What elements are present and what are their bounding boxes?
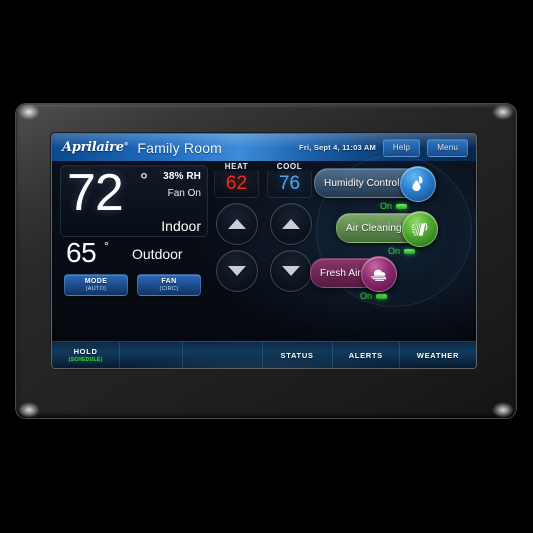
fresh-air-label: Fresh Air — [320, 267, 361, 279]
indoor-label: Indoor — [161, 218, 201, 234]
bottom-tab-bar: HOLD (SCHEDULE) STATUS ALERTS WEATHER — [52, 341, 476, 368]
fresh-air-status-row: On — [310, 291, 396, 301]
mode-button-row: MODE (AUTO) FAN (CIRC) — [60, 274, 208, 296]
screenshot-canvas: Aprilaire® Family Room Fri, Sept 4, 11:0… — [0, 0, 533, 533]
tab-weather-label: WEATHER — [416, 350, 460, 360]
temperature-panel: 72 ° 38% RH Fan On Indoor 65 ° Outdoor M… — [60, 165, 208, 296]
humidity-control-button[interactable]: Humidity Control — [314, 166, 436, 202]
setpoint-values: 62 76 — [212, 171, 312, 198]
indoor-readout[interactable]: 72 ° 38% RH Fan On Indoor — [60, 165, 208, 237]
title-bar: Aprilaire® Family Room Fri, Sept 4, 11:0… — [52, 134, 476, 161]
help-button[interactable]: Help — [382, 138, 421, 157]
bezel-gleam-top-right — [492, 104, 514, 120]
datetime-label: Fri, Sept 4, 11:03 AM — [299, 143, 376, 152]
tab-status[interactable]: STATUS — [263, 342, 333, 368]
chevron-down-icon — [228, 266, 246, 276]
tab-weather[interactable]: WEATHER — [400, 342, 476, 368]
fan-status-label: Fan On — [167, 188, 201, 199]
indoor-degree-symbol: ° — [140, 170, 148, 192]
air-cleaning-label: Air Cleaning — [346, 222, 402, 234]
tab-alerts[interactable]: ALERTS — [333, 342, 400, 368]
tab-hold[interactable]: HOLD (SCHEDULE) — [52, 342, 121, 368]
outdoor-readout[interactable]: 65 ° Outdoor — [60, 238, 208, 272]
registered-mark: ® — [123, 141, 129, 148]
accessory-controls-panel: Humidity Control On Air Cleaning On Fres… — [310, 155, 474, 342]
air-cleaning-button[interactable]: Air Cleaning — [336, 211, 438, 247]
tab-alerts-label: ALERTS — [348, 350, 383, 360]
air-cleaning-status-text: On — [388, 246, 401, 256]
humidity-droplet-flame-icon — [399, 166, 436, 202]
setpoint-panel: HEAT COOL 62 76 — [212, 161, 312, 342]
cool-decrease-button[interactable] — [270, 250, 312, 292]
heat-setpoint-box[interactable]: 62 — [214, 171, 259, 198]
setpoint-headers: HEAT COOL — [212, 162, 312, 171]
cool-setpoint-box[interactable]: 76 — [267, 171, 312, 198]
tab-hold-label: HOLD — [73, 347, 98, 356]
fan-button-label: FAN — [161, 278, 177, 285]
fan-button-sublabel: (CIRC) — [159, 286, 179, 292]
fresh-air-cloud-icon — [360, 256, 397, 292]
heat-decrease-button[interactable] — [216, 250, 258, 292]
tab-status-label: STATUS — [280, 350, 314, 360]
title-bar-right-group: Fri, Sept 4, 11:03 AM Help Menu — [299, 138, 476, 157]
tab-hold-sublabel: (SCHEDULE) — [68, 357, 103, 363]
setpoint-stepper-grid — [212, 203, 312, 292]
thermostat-device: Aprilaire® Family Room Fri, Sept 4, 11:0… — [16, 104, 516, 418]
air-cleaning-status-row: On — [336, 246, 437, 256]
outdoor-temperature: 65 — [66, 237, 97, 268]
menu-button[interactable]: Menu — [427, 138, 468, 157]
air-filter-icon — [401, 211, 438, 247]
air-cleaning-group: Air Cleaning On — [336, 211, 438, 256]
fresh-air-status-text: On — [360, 291, 373, 301]
humidity-status-led-icon — [396, 203, 408, 209]
mode-button-label: MODE — [84, 278, 108, 285]
main-content: 72 ° 38% RH Fan On Indoor 65 ° Outdoor M… — [52, 155, 476, 342]
fresh-air-group: Fresh Air On — [310, 256, 397, 301]
cool-header: COOL — [276, 162, 303, 171]
touchscreen-display[interactable]: Aprilaire® Family Room Fri, Sept 4, 11:0… — [52, 134, 476, 368]
chevron-up-icon — [282, 219, 300, 229]
outdoor-degree-symbol: ° — [104, 239, 109, 253]
humidity-status-row: On — [314, 201, 435, 211]
heat-increase-button[interactable] — [216, 203, 258, 245]
humidity-control-label: Humidity Control — [324, 177, 400, 189]
indoor-temperature: 72 — [67, 164, 124, 222]
cool-increase-button[interactable] — [270, 203, 312, 245]
humidity-status-text: On — [380, 201, 393, 211]
outdoor-label: Outdoor — [132, 246, 183, 262]
heat-header: HEAT — [224, 162, 249, 171]
cool-setpoint-value: 76 — [278, 173, 301, 194]
mode-button[interactable]: MODE (AUTO) — [64, 274, 128, 296]
fresh-air-status-led-icon — [376, 293, 388, 299]
air-cleaning-status-led-icon — [404, 248, 416, 254]
chevron-down-icon — [282, 266, 300, 276]
fan-button[interactable]: FAN (CIRC) — [137, 274, 201, 296]
brand-name: Aprilaire — [62, 140, 124, 155]
mode-button-sublabel: (AUTO) — [85, 286, 107, 292]
bezel-gleam-bottom-right — [492, 402, 514, 418]
aprilaire-logo: Aprilaire® — [62, 140, 129, 155]
room-name-label: Family Room — [137, 139, 223, 156]
chevron-up-icon — [228, 219, 246, 229]
indoor-humidity: 38% RH — [163, 171, 201, 182]
bezel-gleam-bottom-left — [18, 402, 40, 418]
humidity-control-group: Humidity Control On — [314, 166, 436, 211]
heat-setpoint-value: 62 — [225, 173, 248, 194]
tab-spacer-2 — [183, 342, 263, 368]
bezel-gleam-top-left — [18, 104, 40, 120]
fresh-air-button[interactable]: Fresh Air — [310, 256, 397, 292]
tab-spacer-1 — [120, 342, 184, 368]
